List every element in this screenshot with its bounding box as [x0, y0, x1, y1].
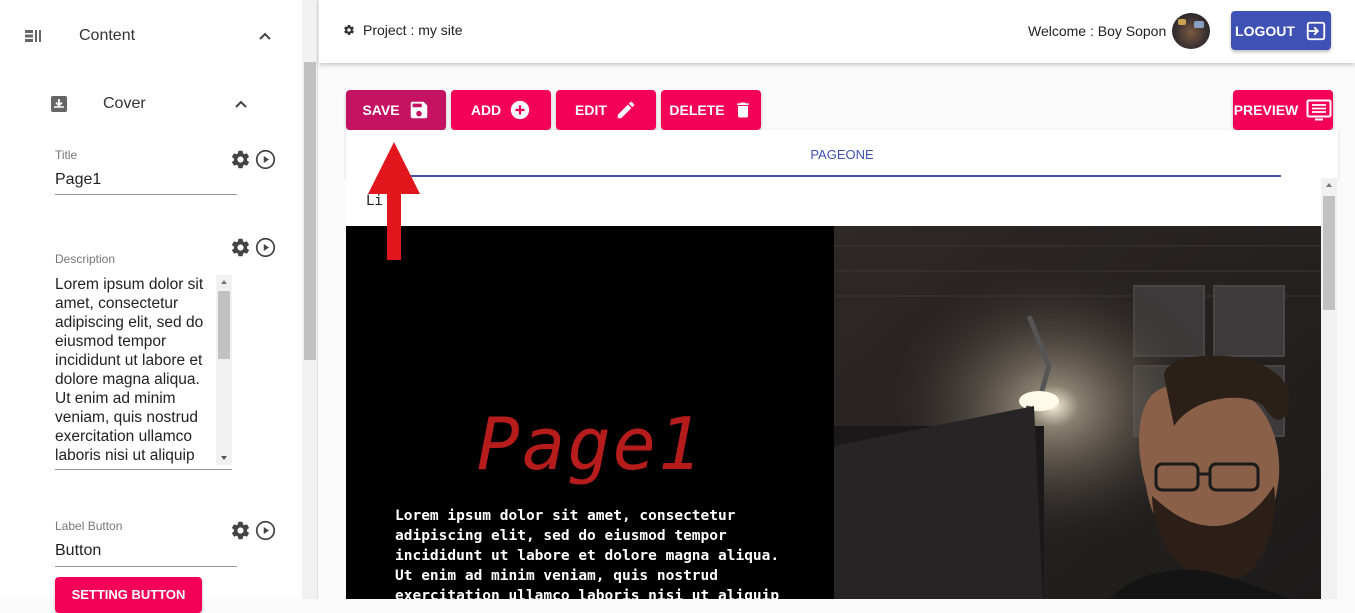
description-underline: [55, 469, 232, 470]
floppy-disk-icon: [410, 101, 427, 119]
cover-section-header[interactable]: Cover: [50, 92, 255, 116]
page-preview: Li Page1 Lorem ipsum dolor sit amet, con…: [346, 178, 1321, 599]
play-circle-icon[interactable]: [255, 237, 276, 258]
welcome-text: Welcome : Boy Sopon: [1028, 23, 1167, 39]
tab-indicator: [401, 175, 1281, 177]
sidebar: Content Cover Title Page1 Description Lo…: [0, 0, 302, 613]
avatar[interactable]: [1172, 13, 1210, 49]
title-input[interactable]: Page1: [55, 171, 101, 189]
content-scrollbar[interactable]: [1321, 178, 1337, 599]
cover-section-label: Cover: [103, 95, 146, 112]
logout-button[interactable]: LOGOUT: [1231, 11, 1331, 50]
preview-button[interactable]: PREVIEW: [1233, 90, 1333, 130]
scroll-down-arrow-icon[interactable]: [216, 451, 232, 465]
save-button[interactable]: SAVE: [346, 90, 446, 130]
edit-label: EDIT: [575, 102, 607, 118]
add-label: ADD: [470, 102, 502, 118]
annotation-arrow-icon: [368, 142, 420, 260]
description-scrollbar[interactable]: [216, 275, 232, 465]
play-circle-icon[interactable]: [255, 149, 276, 170]
project-indicator: Project : my site: [343, 22, 463, 38]
delete-label: DELETE: [669, 102, 725, 118]
logout-icon: [1306, 21, 1326, 40]
list-icon: [25, 30, 41, 42]
save-label: SAVE: [362, 102, 400, 118]
gear-icon[interactable]: [230, 237, 251, 258]
tab-pageone-label: PAGEONE: [810, 147, 874, 162]
preview-label: PREVIEW: [1233, 102, 1299, 118]
cover-image: [834, 226, 1321, 599]
chevron-up-icon[interactable]: [233, 96, 249, 112]
setting-button-label: SETTING BUTTON: [71, 587, 186, 602]
cover-body-text: Lorem ipsum dolor sit amet, consectetur …: [395, 508, 780, 599]
edit-button[interactable]: EDIT: [556, 90, 656, 130]
description-field-label: Description: [55, 252, 116, 266]
description-textarea[interactable]: Lorem ipsum dolor sit amet, consectetur …: [55, 275, 216, 465]
tab-pageone[interactable]: PAGEONE: [346, 130, 1338, 178]
label-button-input[interactable]: Button: [55, 542, 101, 560]
cover-text-panel: Page1 Lorem ipsum dolor sit amet, consec…: [346, 226, 834, 599]
add-button[interactable]: ADD: [451, 90, 551, 130]
inbox-download-icon: [51, 96, 67, 112]
gear-icon[interactable]: [230, 520, 251, 541]
play-circle-icon[interactable]: [255, 520, 276, 541]
project-label: Project : my site: [363, 22, 463, 38]
label-button-underline: [55, 566, 237, 567]
scroll-up-arrow-icon[interactable]: [1321, 178, 1337, 192]
logout-label: LOGOUT: [1235, 22, 1295, 39]
gear-icon[interactable]: [230, 149, 251, 170]
label-button-field-label: Label Button: [55, 519, 123, 533]
page-tabs: PAGEONE: [346, 130, 1338, 178]
preview-icon: [1306, 99, 1332, 121]
content-section-label: Content: [79, 27, 136, 44]
description-field-actions: [230, 237, 276, 258]
title-underline: [55, 194, 237, 195]
add-circle-icon: [511, 100, 530, 120]
cover-title: Page1: [476, 402, 704, 486]
label-button-field-actions: [230, 520, 276, 541]
setting-button[interactable]: SETTING BUTTON: [55, 577, 202, 613]
gear-icon: [344, 25, 354, 36]
top-app-bar: Project : my site Welcome : Boy Sopon LO…: [319, 0, 1355, 63]
content-section-header[interactable]: Content: [24, 24, 279, 48]
chevron-up-icon[interactable]: [257, 28, 273, 44]
sidebar-scrollbar[interactable]: [302, 0, 318, 599]
trash-icon: [736, 102, 749, 118]
delete-button[interactable]: DELETE: [661, 90, 761, 130]
cover-photo-image: [834, 226, 1321, 599]
title-field-actions: [230, 149, 276, 170]
pencil-icon: [617, 101, 635, 119]
scroll-up-arrow-icon[interactable]: [216, 275, 232, 289]
title-field-label: Title: [55, 148, 78, 162]
